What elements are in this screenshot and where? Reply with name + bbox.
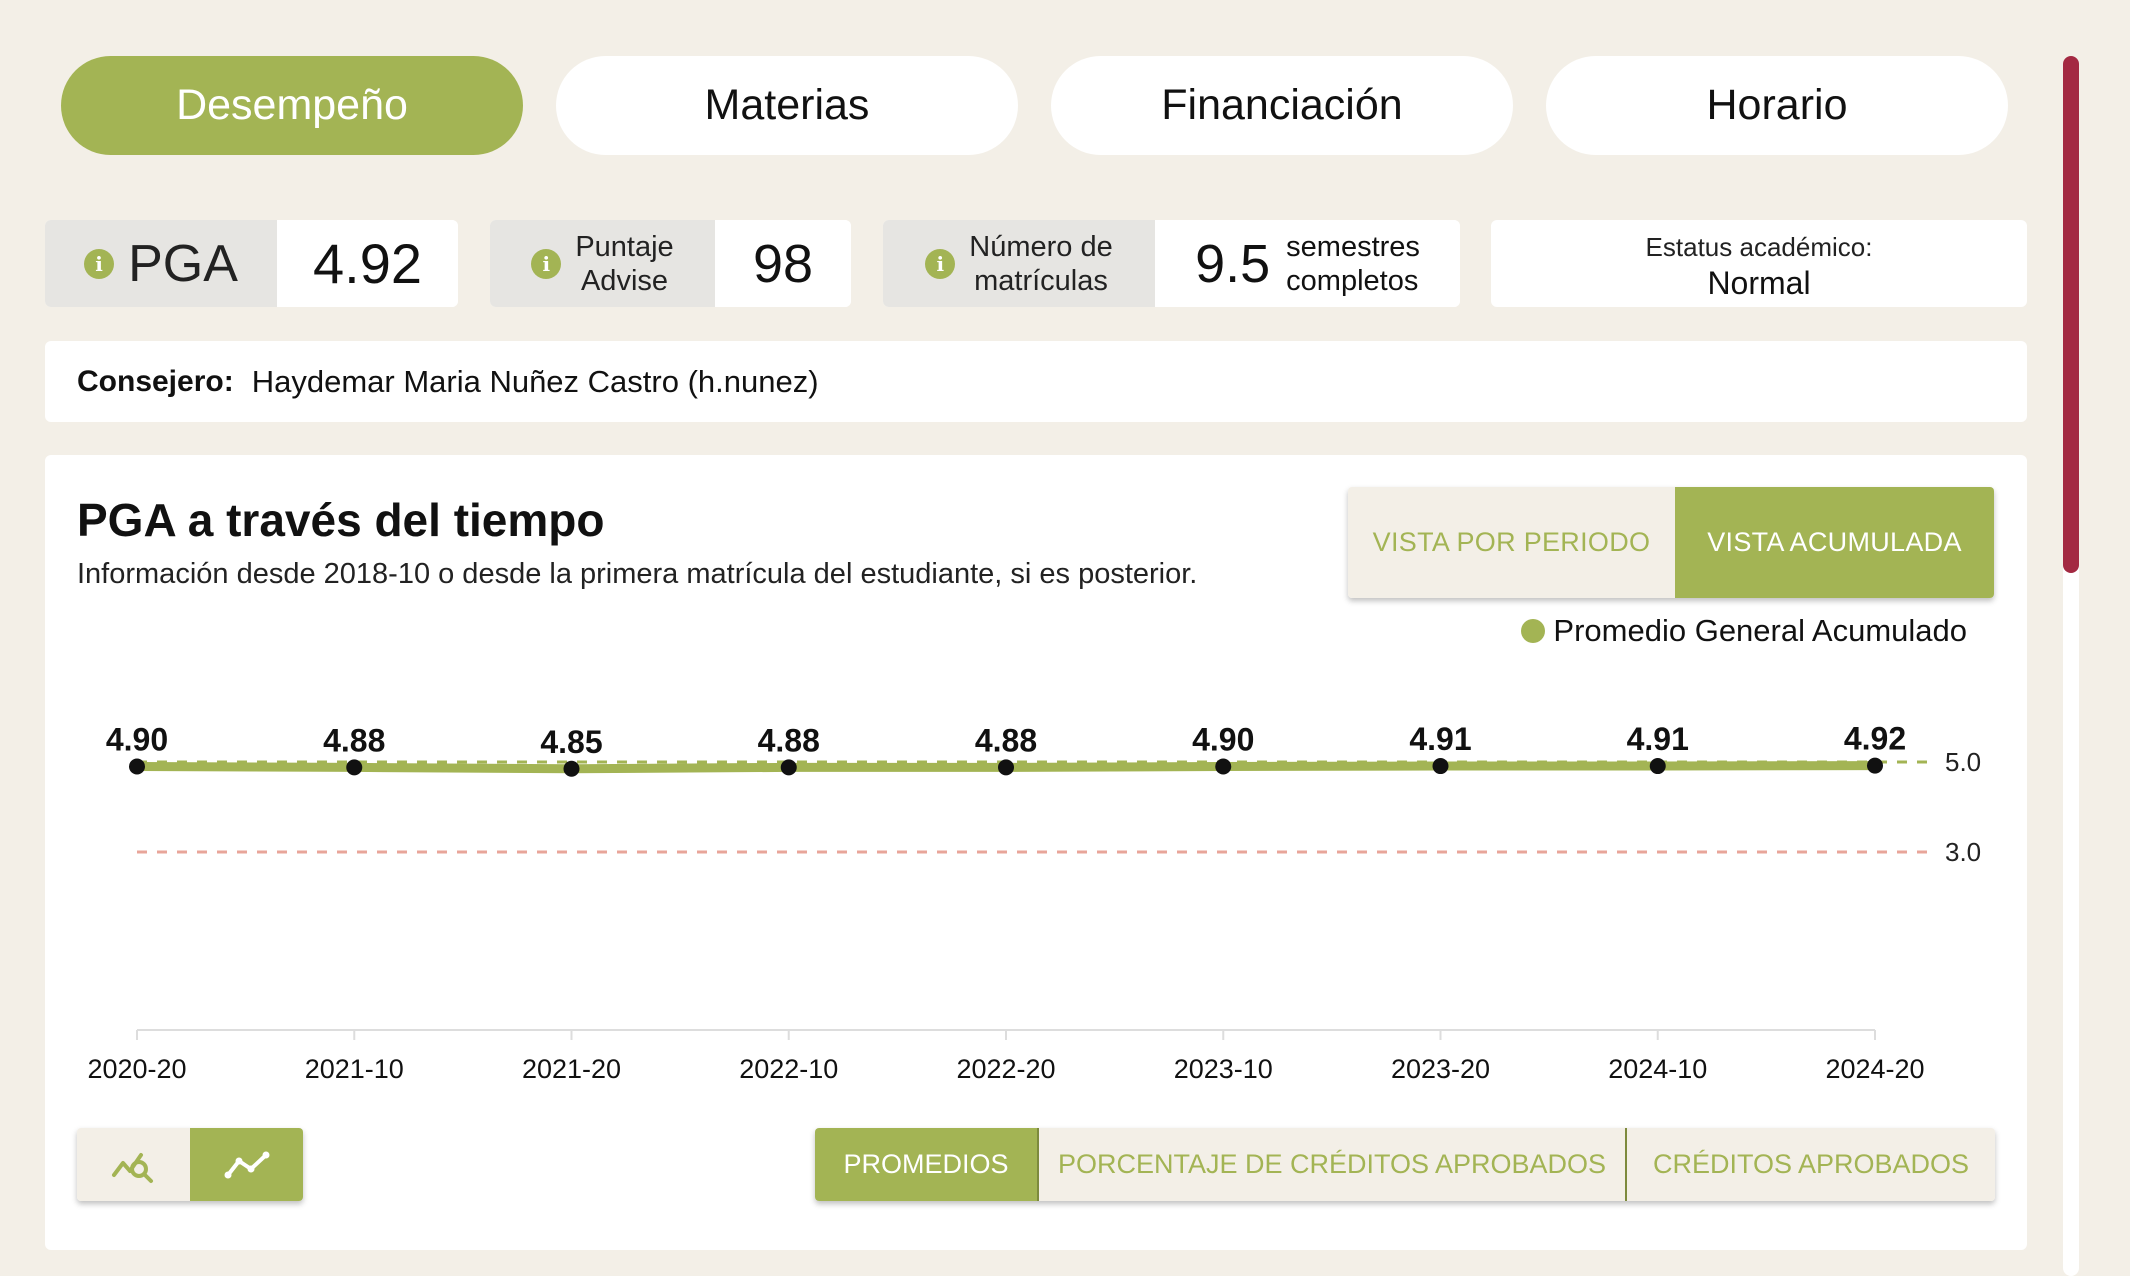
pga-chart-card: PGA a través del tiempo Información desd…: [45, 455, 2027, 1250]
line-chart-button[interactable]: [190, 1128, 303, 1201]
advise-label-line2: Advise: [580, 264, 669, 297]
tab-horario[interactable]: Horario: [1546, 56, 2008, 155]
estatus-value: Normal: [1707, 265, 1811, 301]
chart-legend: Promedio General Acumulado: [1521, 613, 1967, 649]
x-tick-label: 2022-10: [739, 1054, 838, 1084]
matriculas-stat: i Número de matrículas 9.5 semestres com…: [883, 220, 1460, 307]
x-tick-label: 2024-10: [1608, 1054, 1707, 1084]
advisor-name: Haydemar Maria Nuñez Castro (h.nunez): [251, 363, 819, 399]
chart-zoom-button[interactable]: [77, 1128, 190, 1201]
x-tick-label: 2021-10: [305, 1054, 404, 1084]
vista-por-periodo-button[interactable]: VISTA POR PERIODO: [1348, 487, 1675, 598]
pga-label-box: i PGA: [45, 220, 277, 307]
info-icon[interactable]: i: [531, 248, 562, 279]
reference-line-label: 3.0: [1945, 837, 1981, 867]
matriculas-label-box: i Número de matrículas: [883, 220, 1155, 307]
porcentaje-creditos-button[interactable]: PORCENTAJE DE CRÉDITOS APROBADOS: [1039, 1128, 1627, 1201]
advise-value: 98: [715, 220, 851, 307]
chart-zoom-icon: [111, 1152, 153, 1183]
data-label: 4.90: [106, 722, 168, 758]
chart-mode-toggle: [77, 1128, 303, 1201]
matriculas-value-box: 9.5 semestres completos: [1155, 220, 1460, 307]
line-chart-icon: [224, 1151, 269, 1178]
pga-line-chart: 5.0 3.0 2020-20 2021-10 2021-20 2022-10 2022-2…: [87, 721, 1981, 1084]
x-tick-label: 2023-20: [1391, 1054, 1490, 1084]
data-label: 4.88: [758, 722, 820, 758]
tab-desempeno[interactable]: Desempeño: [61, 56, 523, 155]
advise-label-box: i Puntaje Advise: [490, 220, 715, 307]
pga-stat: i PGA 4.92: [45, 220, 458, 307]
creditos-aprobados-button[interactable]: CRÉDITOS APROBADOS: [1627, 1128, 1995, 1201]
matriculas-label: Número de matrículas: [969, 230, 1112, 298]
data-label: 4.91: [1627, 721, 1689, 757]
data-point: [1649, 758, 1666, 775]
advisor-label: Consejero:: [77, 364, 234, 398]
data-label: 4.88: [975, 722, 1037, 758]
matriculas-label-line2: matrículas: [974, 264, 1108, 297]
data-point: [1867, 757, 1883, 774]
x-tick-label: 2022-20: [956, 1054, 1055, 1084]
x-tick-label: 2020-20: [87, 1054, 186, 1084]
reference-line-label: 5.0: [1945, 747, 1981, 777]
vista-acumulada-button[interactable]: VISTA ACUMULADA: [1675, 487, 1994, 598]
data-point: [1215, 758, 1232, 775]
x-tick-label: 2021-20: [522, 1054, 621, 1084]
data-label: 4.85: [540, 724, 602, 760]
matriculas-unit-line1: semestres: [1286, 230, 1420, 263]
chart-subtitle: Información desde 2018-10 o desde la pri…: [77, 558, 1198, 590]
data-point: [129, 758, 145, 775]
data-label: 4.90: [1192, 722, 1254, 758]
metric-toggle: PROMEDIOS PORCENTAJE DE CRÉDITOS APROBAD…: [815, 1128, 1995, 1201]
matriculas-unit: semestres completos: [1286, 230, 1420, 298]
data-label: 4.88: [323, 722, 385, 758]
estatus-label: Estatus académico:: [1645, 232, 1873, 262]
estatus-card: Estatus académico: Normal: [1491, 220, 2027, 307]
promedios-button[interactable]: PROMEDIOS: [815, 1128, 1039, 1201]
tab-materias[interactable]: Materias: [556, 56, 1018, 155]
data-label: 4.92: [1844, 721, 1906, 757]
legend-label: Promedio General Acumulado: [1553, 613, 1967, 648]
data-point: [998, 759, 1014, 776]
x-tick-label: 2023-10: [1174, 1054, 1273, 1084]
pga-label: PGA: [128, 234, 238, 293]
advise-label-line1: Puntaje: [575, 230, 674, 263]
info-icon[interactable]: i: [925, 248, 956, 279]
matriculas-value: 9.5: [1195, 233, 1271, 294]
view-toggle: VISTA POR PERIODO VISTA ACUMULADA: [1348, 487, 1994, 598]
advise-stat: i Puntaje Advise 98: [490, 220, 851, 307]
legend-dot: [1521, 619, 1546, 643]
advise-label: Puntaje Advise: [575, 230, 673, 298]
scrollbar-thumb[interactable]: [2063, 56, 2079, 573]
main-tabs: Desempeño Materias Financiación Horario: [61, 56, 2008, 155]
advisor-card: Consejero: Haydemar Maria Nuñez Castro (…: [45, 341, 2027, 422]
matriculas-unit-line2: completos: [1286, 264, 1419, 297]
info-icon[interactable]: i: [84, 248, 115, 279]
data-point: [346, 759, 363, 776]
data-label: 4.91: [1409, 721, 1471, 757]
data-point: [1432, 758, 1449, 775]
chart-title: PGA a través del tiempo: [77, 494, 605, 546]
data-point: [780, 759, 797, 776]
data-point: [563, 760, 580, 777]
matriculas-label-line1: Número de: [969, 230, 1113, 263]
x-tick-label: 2024-20: [1825, 1054, 1924, 1084]
tab-financiacion[interactable]: Financiación: [1051, 56, 1513, 155]
pga-value: 4.92: [277, 220, 458, 307]
